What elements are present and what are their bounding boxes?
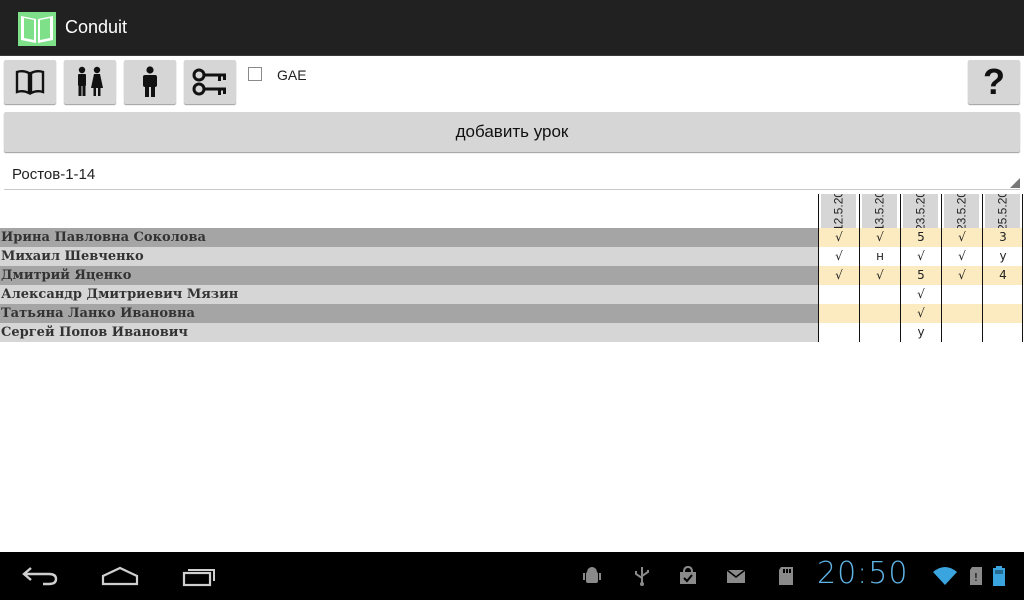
table-row[interactable]: Дмитрий Яценко √ √ 5 √ 4 xyxy=(0,266,1024,285)
gae-checkbox[interactable] xyxy=(248,67,262,81)
student-name[interactable]: Михаил Шевченко xyxy=(0,247,818,266)
grid-line xyxy=(818,194,819,342)
grade-cell[interactable]: н xyxy=(860,247,900,266)
grid-line xyxy=(941,194,942,342)
app-book-icon xyxy=(18,12,56,46)
book-button[interactable] xyxy=(4,60,56,104)
status-clock: 20:50 xyxy=(817,556,909,591)
student-name[interactable]: Сергей Попов Иванович xyxy=(0,323,818,342)
students-button[interactable] xyxy=(64,60,116,104)
grade-cell[interactable]: √ xyxy=(860,266,900,285)
mail-icon xyxy=(726,569,746,583)
grade-cell[interactable] xyxy=(942,285,982,304)
grade-cell[interactable] xyxy=(983,323,1023,342)
table-row[interactable]: Александр Дмитриевич Мязин √ xyxy=(0,285,1024,304)
battery-icon xyxy=(993,566,1005,586)
grade-cell[interactable]: 5 xyxy=(901,228,941,247)
grade-cell[interactable] xyxy=(983,285,1023,304)
grade-cell[interactable]: √ xyxy=(819,266,859,285)
home-icon xyxy=(101,566,139,586)
date-label: 23.5.2015 xyxy=(954,194,968,228)
person-icon xyxy=(143,66,157,97)
usb-icon xyxy=(635,567,649,586)
attendance-table: Ирина Павловна Соколова √ √ 5 √ 3 Михаил… xyxy=(0,228,1024,342)
grade-cell[interactable] xyxy=(942,323,982,342)
grade-cell[interactable] xyxy=(983,304,1023,323)
grade-cell[interactable] xyxy=(942,304,982,323)
grade-cell[interactable]: √ xyxy=(901,247,941,266)
grade-cell[interactable] xyxy=(860,285,900,304)
boy-girl-icon xyxy=(78,66,103,96)
grid-line xyxy=(900,194,901,342)
group-selector-value: Ростов-1-14 xyxy=(12,166,96,183)
group-selector[interactable]: Ростов-1-14 xyxy=(4,160,1020,190)
student-name[interactable]: Дмитрий Яценко xyxy=(0,266,818,285)
no-sim-icon: ! xyxy=(970,567,982,585)
grade-cell[interactable]: у xyxy=(901,323,941,342)
grade-cell[interactable] xyxy=(860,304,900,323)
recent-apps-icon xyxy=(182,569,215,587)
app-title: Conduit xyxy=(65,17,128,37)
grid-line xyxy=(859,194,860,342)
grade-cell[interactable] xyxy=(819,323,859,342)
date-column-header[interactable]: 12.5.2015 xyxy=(821,194,856,228)
grade-cell[interactable]: √ xyxy=(942,266,982,285)
grade-cell[interactable]: √ xyxy=(942,247,982,266)
sd-card-icon xyxy=(779,567,793,585)
table-row[interactable]: Ирина Павловна Соколова √ √ 5 √ 3 xyxy=(0,228,1024,247)
grade-cell[interactable]: √ xyxy=(901,285,941,304)
grade-cell[interactable]: √ xyxy=(901,304,941,323)
student-name[interactable]: Татьяна Ланко Ивановна xyxy=(0,304,818,323)
back-icon xyxy=(22,567,58,586)
book-icon xyxy=(15,70,45,95)
grade-cell[interactable]: 4 xyxy=(983,266,1023,285)
grade-cell[interactable]: √ xyxy=(942,228,982,247)
table-row[interactable]: Михаил Шевченко √ н √ √ у xyxy=(0,247,1024,266)
student-name[interactable]: Александр Дмитриевич Мязин xyxy=(0,285,818,304)
grade-cell[interactable]: √ xyxy=(819,228,859,247)
date-column-header[interactable]: 13.5.2015 xyxy=(862,194,897,228)
date-label: 23.5.2015 xyxy=(913,194,927,228)
date-label: 13.5.2015 xyxy=(872,194,886,228)
date-column-header[interactable]: 25.5.2015 xyxy=(985,194,1020,228)
grid-line xyxy=(1022,194,1023,342)
add-lesson-button[interactable]: добавить урок xyxy=(4,112,1020,152)
table-row[interactable]: Татьяна Ланко Ивановна √ xyxy=(0,304,1024,323)
svg-text:!: ! xyxy=(974,571,978,584)
date-label: 12.5.2015 xyxy=(831,194,845,228)
grade-cell[interactable]: √ xyxy=(819,247,859,266)
date-columns-header: 12.5.2015 13.5.2015 23.5.2015 23.5.2015 … xyxy=(819,194,1024,228)
store-update-icon xyxy=(680,566,696,584)
student-name[interactable]: Ирина Павловна Соколова xyxy=(0,228,818,247)
table-row[interactable]: Сергей Попов Иванович у xyxy=(0,323,1024,342)
gae-label: GAE xyxy=(277,67,307,83)
date-column-header[interactable]: 23.5.2015 xyxy=(903,194,938,228)
keys-icon xyxy=(192,68,226,96)
android-debug-icon xyxy=(583,567,601,583)
help-button[interactable]: ? xyxy=(968,60,1020,104)
grade-cell[interactable]: 3 xyxy=(983,228,1023,247)
recent-apps-button[interactable] xyxy=(170,560,230,592)
grade-cell[interactable]: у xyxy=(983,247,1023,266)
date-label: 25.5.2015 xyxy=(995,194,1009,228)
keys-button[interactable] xyxy=(184,60,236,104)
grade-cell[interactable]: √ xyxy=(860,228,900,247)
back-button[interactable] xyxy=(10,560,70,592)
wifi-icon xyxy=(933,567,957,585)
date-column-header[interactable]: 23.5.2015 xyxy=(944,194,979,228)
dropdown-arrow-icon xyxy=(1010,178,1020,188)
action-bar: Conduit xyxy=(0,0,1024,56)
home-button[interactable] xyxy=(90,560,150,592)
grade-cell[interactable] xyxy=(860,323,900,342)
grade-cell[interactable]: 5 xyxy=(901,266,941,285)
student-button[interactable] xyxy=(124,60,176,104)
grade-cell[interactable] xyxy=(819,285,859,304)
grade-cell[interactable] xyxy=(819,304,859,323)
grid-line xyxy=(982,194,983,342)
